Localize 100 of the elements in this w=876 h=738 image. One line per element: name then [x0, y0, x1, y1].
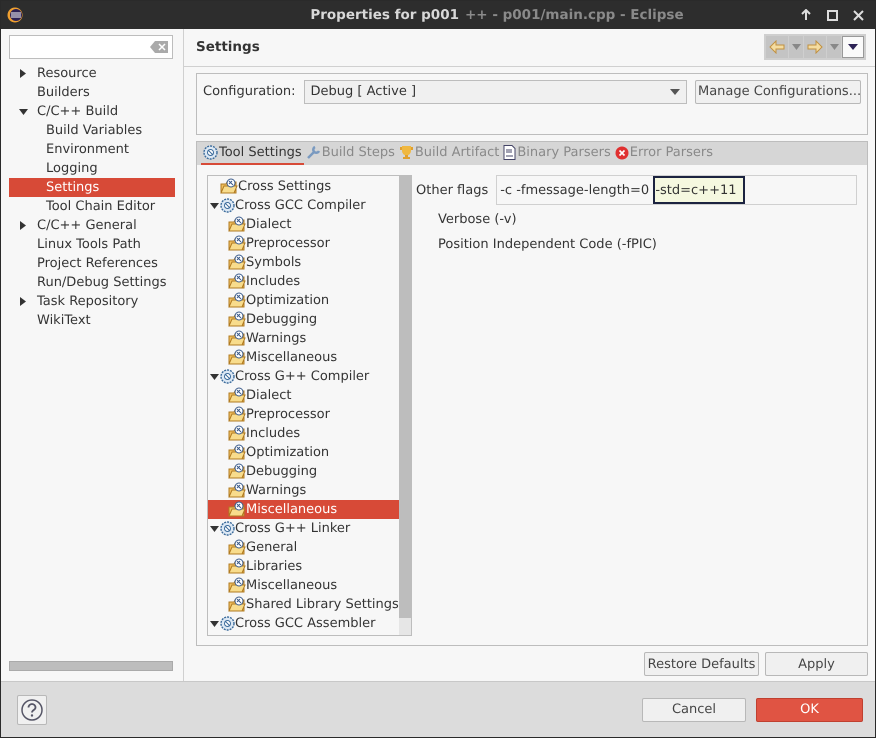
highlighted-text: -std=c++11 [653, 176, 745, 204]
tool-tree-item[interactable]: Dialect [208, 215, 399, 234]
caret-icon [830, 44, 838, 50]
folder-gear-icon [228, 311, 246, 328]
tool-tree-item[interactable]: Warnings [208, 481, 399, 500]
window-title: Properties for p001 [310, 7, 459, 23]
tool-tree-item[interactable]: Cross GCC Assembler [208, 614, 399, 633]
ok-button[interactable]: OK [756, 698, 863, 722]
tool-tree-item[interactable]: Cross G++ Compiler [208, 367, 399, 386]
folder-gear-icon [220, 178, 238, 195]
configuration-label: Configuration: [203, 84, 296, 99]
caret-icon [792, 44, 800, 50]
collapse-arrow-icon[interactable] [210, 620, 218, 626]
collapse-arrow-icon[interactable] [210, 202, 218, 208]
gear-icon [220, 369, 235, 384]
filter-field[interactable] [9, 35, 173, 59]
option-label[interactable]: Position Independent Code (-fPIC) [438, 237, 857, 255]
option-label[interactable]: Verbose (-v) [438, 212, 857, 230]
tab[interactable]: Tool Settings [201, 142, 304, 165]
nav-tree-item[interactable]: Builders [9, 83, 175, 102]
tool-tree-item[interactable]: Cross GCC Compiler [208, 196, 399, 215]
nav-tree-item[interactable]: Tool Chain Editor [9, 197, 175, 216]
tool-tree-item[interactable]: Optimization [208, 443, 399, 462]
folder-gear-icon [228, 463, 246, 480]
folder-gear-icon [228, 596, 246, 613]
collapse-arrow-icon[interactable] [210, 374, 218, 380]
other-flags-label: Other flags [416, 182, 488, 198]
restore-defaults-button[interactable]: Restore Defaults [644, 652, 759, 676]
scrollbar[interactable] [399, 176, 411, 635]
tool-tree-item[interactable]: Warnings [208, 329, 399, 348]
other-flags-field[interactable]: -c -fmessage-length=0 -std=c++11 [496, 175, 857, 205]
tool-tree-item[interactable]: Optimization [208, 291, 399, 310]
folder-gear-icon [228, 387, 246, 404]
tool-tree-item[interactable]: Includes [208, 272, 399, 291]
nav-tree-item[interactable]: Task Repository [9, 292, 175, 311]
folder-gear-icon [228, 273, 246, 290]
trophy-icon [398, 145, 414, 160]
wrench-icon [306, 145, 321, 160]
document-icon [503, 145, 516, 160]
tool-tree-item[interactable]: General [208, 538, 399, 557]
folder-gear-icon [228, 539, 246, 556]
tool-tree-item[interactable]: Cross G++ Linker [208, 519, 399, 538]
background-window-title: ++ - p001/main.cpp - Eclipse [465, 7, 684, 23]
folder-gear-icon [228, 501, 246, 518]
folder-gear-icon [228, 216, 246, 233]
folder-gear-icon [228, 254, 246, 271]
tool-tree-item[interactable]: Libraries [208, 557, 399, 576]
tool-tree-item[interactable]: Includes [208, 424, 399, 443]
folder-gear-icon [228, 425, 246, 442]
app-logo-icon [7, 7, 23, 23]
tool-tree-item[interactable]: Shared Library Settings [208, 595, 399, 614]
tool-tree-item[interactable]: Miscellaneous [208, 500, 399, 519]
cancel-button[interactable]: Cancel [642, 698, 746, 722]
nav-tree-item[interactable]: Project References [9, 254, 175, 273]
expand-arrow-icon[interactable] [20, 297, 26, 306]
view-menu-button[interactable] [842, 36, 864, 58]
gear-icon [220, 521, 235, 536]
folder-gear-icon [228, 558, 246, 575]
folder-gear-icon [228, 292, 246, 309]
collapse-arrow-icon[interactable] [18, 108, 28, 114]
nav-tree-item[interactable]: Linux Tools Path [9, 235, 175, 254]
gear-icon [220, 198, 235, 213]
gear-icon [203, 145, 218, 160]
folder-gear-icon [228, 330, 246, 347]
folder-gear-icon [228, 444, 246, 461]
scrollbar[interactable] [9, 661, 173, 671]
nav-tree-item[interactable]: Environment [9, 140, 175, 159]
nav-tree-item[interactable]: Build Variables [9, 121, 175, 140]
collapse-arrow-icon[interactable] [210, 526, 218, 532]
nav-tree-item[interactable]: Resource [9, 64, 175, 83]
help-button[interactable] [17, 694, 47, 724]
page-title: Settings [196, 39, 260, 56]
square-icon [826, 10, 838, 20]
nav-tree-item[interactable]: Run/Debug Settings [9, 273, 175, 292]
tool-tree-item[interactable]: Dialect [208, 386, 399, 405]
nav-tree-item[interactable]: Logging [9, 159, 175, 178]
tool-tree-item[interactable]: Debugging [208, 462, 399, 481]
tool-tree-item[interactable]: Cross Settings [208, 177, 399, 196]
manage-configurations-button[interactable]: Manage Configurations... [695, 80, 861, 104]
tool-tree-item[interactable]: Debugging [208, 310, 399, 329]
close-icon [852, 10, 864, 20]
tool-tree-item[interactable]: Preprocessor [208, 405, 399, 424]
tool-tree-item[interactable]: Symbols [208, 253, 399, 272]
folder-gear-icon [228, 577, 246, 594]
error-icon [614, 146, 629, 160]
expand-arrow-icon[interactable] [20, 221, 26, 230]
configuration-dropdown[interactable]: Debug [ Active ] [304, 80, 687, 104]
nav-tree-item[interactable]: Settings [9, 178, 175, 197]
tool-tree-item[interactable]: Preprocessor [208, 234, 399, 253]
nav-tree-item[interactable]: WikiText [9, 311, 175, 330]
tool-tree-item[interactable]: Miscellaneous [208, 576, 399, 595]
folder-gear-icon [228, 406, 246, 423]
expand-arrow-icon[interactable] [20, 69, 26, 78]
folder-gear-icon [228, 482, 246, 499]
nav-tree-item[interactable]: C/C++ Build [9, 102, 175, 121]
up-arrow-icon [800, 9, 812, 21]
dropdown-arrow-icon [670, 88, 680, 95]
nav-tree-item[interactable]: C/C++ General [9, 216, 175, 235]
tool-tree-item[interactable]: Miscellaneous [208, 348, 399, 367]
apply-button[interactable]: Apply [765, 652, 868, 676]
